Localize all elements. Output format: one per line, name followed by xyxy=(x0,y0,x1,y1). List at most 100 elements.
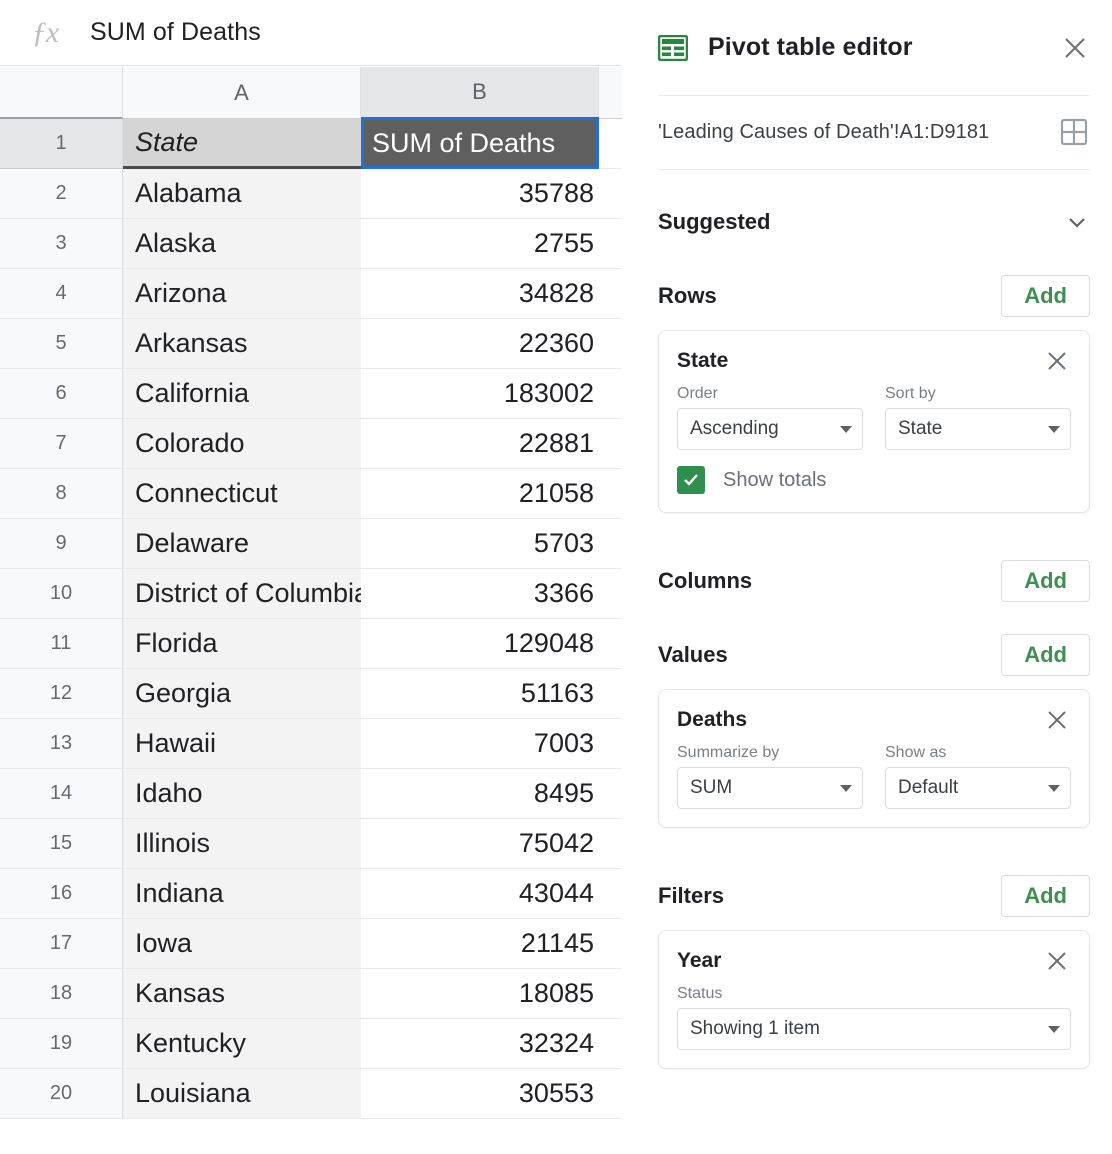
cell-deaths[interactable]: 21058 xyxy=(361,469,599,519)
cell-state[interactable]: Kentucky xyxy=(123,1019,361,1069)
row-number[interactable]: 1 xyxy=(0,119,123,169)
row-number[interactable]: 19 xyxy=(0,1019,123,1069)
chevron-down-icon[interactable] xyxy=(1064,209,1090,235)
add-column-button[interactable]: Add xyxy=(1001,560,1090,602)
cell-state[interactable]: Hawaii xyxy=(123,719,361,769)
row-number[interactable]: 3 xyxy=(0,219,123,269)
cell-c[interactable] xyxy=(599,269,622,319)
close-icon[interactable] xyxy=(1045,349,1071,375)
cell-deaths[interactable]: 43044 xyxy=(361,869,599,919)
cell-state[interactable]: Kansas xyxy=(123,969,361,1019)
add-row-button[interactable]: Add xyxy=(1001,275,1090,317)
cell-deaths[interactable]: 18085 xyxy=(361,969,599,1019)
cell-c[interactable] xyxy=(599,619,622,669)
data-range-row[interactable]: 'Leading Causes of Death'!A1:D9181 xyxy=(658,96,1090,170)
cell-deaths[interactable]: 3366 xyxy=(361,569,599,619)
show-as-select[interactable]: Default xyxy=(885,767,1071,809)
cell-a1[interactable]: State xyxy=(123,119,361,169)
cell-state[interactable]: Georgia xyxy=(123,669,361,719)
cell-deaths[interactable]: 22360 xyxy=(361,319,599,369)
cell-deaths[interactable]: 2755 xyxy=(361,219,599,269)
cell-state[interactable]: Florida xyxy=(123,619,361,669)
cell-state[interactable]: Louisiana xyxy=(123,1069,361,1119)
cell-deaths[interactable]: 32324 xyxy=(361,1019,599,1069)
cell-deaths[interactable]: 35788 xyxy=(361,169,599,219)
add-filter-button[interactable]: Add xyxy=(1001,875,1090,917)
order-select[interactable]: Ascending xyxy=(677,408,863,450)
cell-c1[interactable] xyxy=(599,119,622,169)
close-icon[interactable] xyxy=(1045,949,1071,975)
cell-c[interactable] xyxy=(599,819,622,869)
row-number[interactable]: 11 xyxy=(0,619,123,669)
cell-deaths[interactable]: 7003 xyxy=(361,719,599,769)
cell-state[interactable]: Alabama xyxy=(123,169,361,219)
row-number[interactable]: 2 xyxy=(0,169,123,219)
column-header-a[interactable]: A xyxy=(123,67,361,119)
row-number[interactable]: 18 xyxy=(0,969,123,1019)
cell-c[interactable] xyxy=(599,869,622,919)
cell-b1-selected[interactable]: SUM of Deaths xyxy=(361,117,599,169)
cell-c[interactable] xyxy=(599,669,622,719)
cell-c[interactable] xyxy=(599,219,622,269)
cell-state[interactable]: Alaska xyxy=(123,219,361,269)
cell-deaths[interactable]: 8495 xyxy=(361,769,599,819)
cell-state[interactable]: Colorado xyxy=(123,419,361,469)
row-number[interactable]: 14 xyxy=(0,769,123,819)
suggested-section-header[interactable]: Suggested xyxy=(658,194,1090,250)
cell-deaths[interactable]: 30553 xyxy=(361,1069,599,1119)
cell-deaths[interactable]: 129048 xyxy=(361,619,599,669)
row-number[interactable]: 7 xyxy=(0,419,123,469)
close-icon[interactable] xyxy=(1045,708,1071,734)
formula-input[interactable]: SUM of Deaths xyxy=(90,18,261,47)
summarize-by-select[interactable]: SUM xyxy=(677,767,863,809)
cell-state[interactable]: Indiana xyxy=(123,869,361,919)
cell-deaths[interactable]: 5703 xyxy=(361,519,599,569)
cell-c[interactable] xyxy=(599,369,622,419)
row-number[interactable]: 8 xyxy=(0,469,123,519)
cell-c[interactable] xyxy=(599,969,622,1019)
row-number[interactable]: 10 xyxy=(0,569,123,619)
cell-c[interactable] xyxy=(599,319,622,369)
cell-c[interactable] xyxy=(599,1069,622,1119)
status-select[interactable]: Showing 1 item xyxy=(677,1008,1071,1050)
cell-c[interactable] xyxy=(599,419,622,469)
cell-state[interactable]: Arizona xyxy=(123,269,361,319)
cell-c[interactable] xyxy=(599,919,622,969)
cell-c[interactable] xyxy=(599,719,622,769)
close-icon[interactable] xyxy=(1060,33,1090,63)
select-all-corner[interactable] xyxy=(0,67,123,119)
select-range-grid-icon[interactable] xyxy=(1060,118,1090,148)
cell-c[interactable] xyxy=(599,469,622,519)
cell-deaths[interactable]: 183002 xyxy=(361,369,599,419)
row-number[interactable]: 5 xyxy=(0,319,123,369)
cell-state[interactable]: Arkansas xyxy=(123,319,361,369)
column-header-c[interactable] xyxy=(599,67,622,119)
cell-c[interactable] xyxy=(599,769,622,819)
cell-c[interactable] xyxy=(599,569,622,619)
cell-state[interactable]: Iowa xyxy=(123,919,361,969)
cell-deaths[interactable]: 34828 xyxy=(361,269,599,319)
row-number[interactable]: 12 xyxy=(0,669,123,719)
row-number[interactable]: 15 xyxy=(0,819,123,869)
sort-by-select[interactable]: State xyxy=(885,408,1071,450)
row-number[interactable]: 9 xyxy=(0,519,123,569)
cell-deaths[interactable]: 51163 xyxy=(361,669,599,719)
cell-state[interactable]: Idaho xyxy=(123,769,361,819)
row-number[interactable]: 20 xyxy=(0,1069,123,1119)
cell-state[interactable]: Illinois xyxy=(123,819,361,869)
row-number[interactable]: 6 xyxy=(0,369,123,419)
cell-deaths[interactable]: 75042 xyxy=(361,819,599,869)
cell-state[interactable]: District of Columbia xyxy=(123,569,361,619)
cell-c[interactable] xyxy=(599,169,622,219)
row-number[interactable]: 17 xyxy=(0,919,123,969)
row-number[interactable]: 4 xyxy=(0,269,123,319)
cell-c[interactable] xyxy=(599,1019,622,1069)
row-number[interactable]: 13 xyxy=(0,719,123,769)
cell-state[interactable]: Delaware xyxy=(123,519,361,569)
cell-deaths[interactable]: 22881 xyxy=(361,419,599,469)
add-value-button[interactable]: Add xyxy=(1001,634,1090,676)
cell-state[interactable]: Connecticut xyxy=(123,469,361,519)
cell-state[interactable]: California xyxy=(123,369,361,419)
row-number[interactable]: 16 xyxy=(0,869,123,919)
show-totals-checkbox[interactable] xyxy=(677,466,705,494)
